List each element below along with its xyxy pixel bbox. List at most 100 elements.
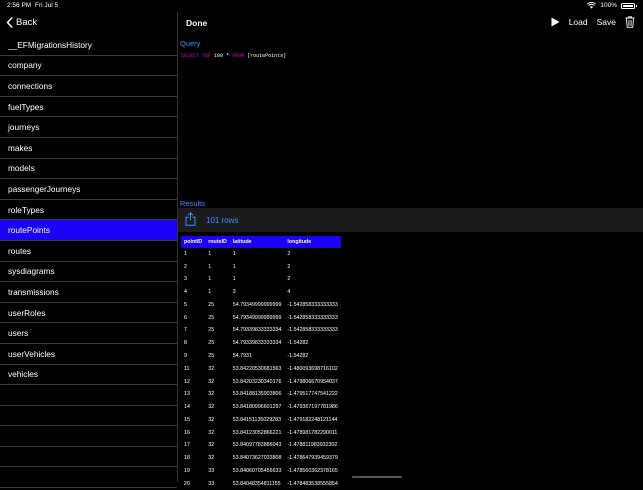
table-row[interactable]: 203353.84048354811155-1.478483538555854 (181, 477, 341, 490)
table-row[interactable]: 92554.7931-1.54282 (181, 350, 341, 363)
table-cell: 9 (181, 350, 205, 363)
table-cell: 25 (205, 324, 230, 337)
table-cell: 54.7931 (230, 350, 285, 363)
sidebar-item-routepoints[interactable]: routePoints (0, 220, 177, 241)
status-date: Fri Jul 5 (35, 2, 58, 9)
table-row[interactable]: 133253.84188135903806-1.479517747541222 (181, 388, 341, 401)
table-row[interactable]: 163253.84123052866221-1.478981782290011 (181, 426, 341, 439)
table-cell: 3 (181, 273, 205, 286)
play-icon[interactable] (551, 17, 560, 27)
sidebar-item-label: passengerJourneys (8, 184, 80, 194)
table-row[interactable]: 113253.84220530681563-1.480093698716102 (181, 362, 341, 375)
sidebar-item-vehicles[interactable]: vehicles (0, 365, 177, 386)
sidebar-item-label: vehicles (8, 369, 38, 379)
table-cell: 1 (230, 260, 285, 273)
query-table-ref: [routePoints] (247, 53, 286, 59)
table-cell: 2 (284, 260, 340, 273)
sidebar-item-company[interactable]: company (0, 56, 177, 77)
table-row[interactable]: 82554.79339833333334-1.54282 (181, 337, 341, 350)
sidebar-item-label: routes (8, 246, 31, 256)
table-body: 111221123112413452554.79349999999999-1.5… (181, 248, 341, 490)
table-cell: 32 (205, 388, 230, 401)
table-cell: 32 (205, 413, 230, 426)
sidebar-item-label: routePoints (8, 225, 50, 235)
table-row[interactable]: 123253.84203230340176-1.479806670954037 (181, 375, 341, 388)
sidebar-item-fueltypes[interactable]: fuelTypes (0, 97, 177, 118)
table-row[interactable]: 72554.79339833333334-1.542858333333333 (181, 324, 341, 337)
table-row[interactable]: 153253.84151135029283-1.479182248121144 (181, 413, 341, 426)
table-cell: -1.478647939459379 (284, 452, 340, 465)
sidebar-item-connections[interactable]: connections (0, 76, 177, 97)
table-cell: 32 (205, 362, 230, 375)
sidebar-item-models[interactable]: models (0, 159, 177, 180)
sidebar-item-roletypes[interactable]: roleTypes (0, 200, 177, 221)
table-row[interactable]: 4134 (181, 286, 341, 299)
table-row[interactable]: 173253.84097783886043-1.478811983932302 (181, 439, 341, 452)
query-editor[interactable]: SELECT TOP 100 * FROM [routePoints] (181, 53, 286, 59)
table-row[interactable]: 2112 (181, 260, 341, 273)
sidebar-empty-row (0, 426, 177, 447)
table-cell: 1 (230, 248, 285, 261)
sidebar-item-makes[interactable]: makes (0, 138, 177, 159)
sidebar-item-uservehicles[interactable]: userVehicles (0, 344, 177, 365)
table-row[interactable]: 3112 (181, 273, 341, 286)
sidebar-item-journeys[interactable]: journeys (0, 117, 177, 138)
sidebar-item-passengerjourneys[interactable]: passengerJourneys (0, 179, 177, 200)
status-right: 100% (587, 2, 635, 9)
sidebar-item-label: makes (8, 143, 32, 153)
trash-icon[interactable] (625, 16, 635, 28)
table-row[interactable]: 52554.79349999999999-1.542858333333333 (181, 299, 341, 312)
table-cell: -1.542858333333333 (284, 311, 340, 324)
query-label: Query (180, 39, 200, 48)
column-header[interactable]: routeID (205, 236, 230, 248)
table-cell: 2 (181, 260, 205, 273)
column-header[interactable]: longitude (284, 236, 340, 248)
table-cell: -1.54282 (284, 337, 340, 350)
table-row[interactable]: 62554.79349999999999-1.542858333333333 (181, 311, 341, 324)
table-row[interactable]: 183253.84073627033808-1.478647939459379 (181, 452, 341, 465)
table-cell: 53.84048354811155 (230, 477, 285, 490)
table-cell: 4 (181, 286, 205, 299)
sidebar: Back __EFMigrationsHistorycompany connect… (0, 12, 178, 482)
column-header[interactable]: pointID (181, 236, 205, 248)
table-row[interactable]: 193353.84060705456633-1.478560362378165 (181, 465, 341, 478)
load-button[interactable]: Load (569, 17, 588, 27)
table-cell: -1.54282 (284, 350, 340, 363)
back-button[interactable]: Back (6, 17, 37, 28)
sidebar-item-label: models (8, 163, 35, 173)
sidebar-item-users[interactable]: users (0, 323, 177, 344)
table-cell: 1 (230, 273, 285, 286)
table-cell: 32 (205, 426, 230, 439)
table-cell: 2 (284, 273, 340, 286)
column-header[interactable]: latitude (230, 236, 285, 248)
wifi-icon (587, 2, 596, 9)
table-row[interactable]: 143253.84180996601297-1.479367197781986 (181, 401, 341, 414)
table-row[interactable]: 1112 (181, 248, 341, 261)
table-cell: 53.84060705456633 (230, 465, 285, 478)
done-button[interactable]: Done (186, 18, 207, 28)
table-cell: 53.84073627033808 (230, 452, 285, 465)
share-icon[interactable] (185, 212, 196, 226)
sidebar-item-transmissions[interactable]: transmissions (0, 282, 177, 303)
save-button[interactable]: Save (597, 17, 616, 27)
sidebar-empty-row (0, 467, 177, 488)
table-cell: 16 (181, 426, 205, 439)
sidebar-item-routes[interactable]: routes (0, 241, 177, 262)
sidebar-item-label: connections (8, 81, 52, 91)
table-cell: 1 (205, 273, 230, 286)
table-cell: 5 (181, 299, 205, 312)
row-count: 101 rows (206, 216, 238, 225)
results-label: Results (180, 199, 205, 208)
sidebar-item-userroles[interactable]: userRoles (0, 303, 177, 324)
table-cell: 7 (181, 324, 205, 337)
sidebar-item-sysdiagrams[interactable]: sysdiagrams (0, 262, 177, 283)
horizontal-scrollbar[interactable] (352, 476, 402, 478)
sidebar-item-efmigrationshistory[interactable]: __EFMigrationsHistory (0, 35, 177, 56)
table-cell: 6 (181, 311, 205, 324)
table-cell: 15 (181, 413, 205, 426)
sidebar-item-label: roleTypes (8, 205, 44, 215)
table-cell: 33 (205, 465, 230, 478)
table-cell: -1.479367197781986 (284, 401, 340, 414)
results-table: pointIDrouteIDlatitudelongitude 11122112… (181, 236, 341, 490)
table-cell: 53.84180996601297 (230, 401, 285, 414)
